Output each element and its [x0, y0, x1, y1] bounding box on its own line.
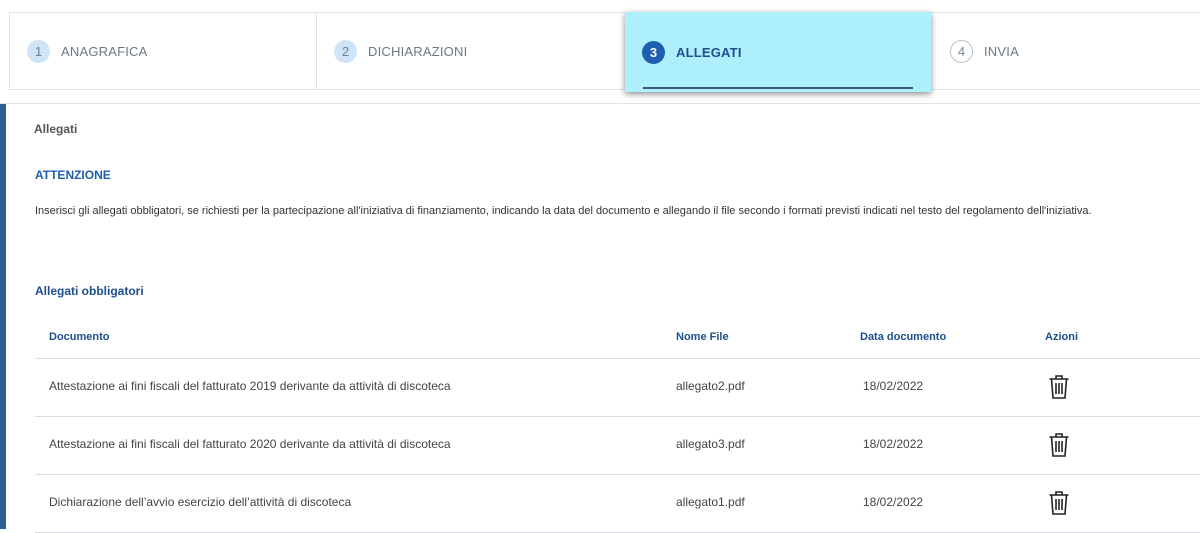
file-name[interactable]: allegato2.pdf [676, 379, 745, 393]
step-label: ALLEGATI [676, 44, 742, 60]
trash-icon[interactable] [1048, 432, 1070, 458]
document-date: 18/02/2022 [863, 495, 924, 509]
step-number: 3 [642, 40, 665, 64]
table-row: Attestazione ai fini fiscali del fattura… [35, 359, 1200, 417]
step-number: 4 [950, 39, 973, 63]
file-name[interactable]: allegato1.pdf [676, 495, 745, 509]
step-invia[interactable]: 4 INVIA [934, 13, 1200, 89]
table-row: Dichiarazione dell’avvio esercizio dell’… [35, 475, 1200, 533]
step-anagrafica[interactable]: 1 ANAGRAFICA [10, 13, 317, 89]
warning-title: ATTENZIONE [35, 168, 111, 182]
step-number: 2 [334, 39, 357, 63]
table-header: Documento Nome File Data documento Azion… [35, 316, 1200, 359]
document-name: Dichiarazione dell’avvio esercizio dell’… [49, 495, 352, 509]
warning-text: Inserisci gli allegati obbligatori, se r… [35, 205, 1092, 217]
column-header-data-documento: Data documento [860, 331, 947, 343]
step-label: DICHIARAZIONI [368, 43, 468, 59]
document-date: 18/02/2022 [863, 437, 924, 451]
active-step-indicator [643, 87, 913, 89]
document-date: 18/02/2022 [863, 379, 924, 393]
file-name[interactable]: allegato3.pdf [676, 437, 745, 451]
column-header-documento: Documento [49, 331, 110, 343]
section-title: Allegati [34, 122, 78, 136]
column-header-nome-file: Nome File [676, 331, 729, 343]
step-number: 1 [27, 39, 50, 63]
table-title: Allegati obbligatori [35, 284, 144, 298]
step-dichiarazioni[interactable]: 2 DICHIARAZIONI [317, 13, 624, 89]
step-allegati[interactable]: 3 ALLEGATI [625, 12, 931, 92]
step-label: INVIA [984, 43, 1019, 59]
document-name: Attestazione ai fini fiscali del fattura… [49, 379, 451, 393]
left-accent-rail [0, 104, 6, 529]
table-row: Attestazione ai fini fiscali del fattura… [35, 417, 1200, 475]
document-name: Attestazione ai fini fiscali del fattura… [49, 437, 451, 451]
attachments-panel: Allegati ATTENZIONE Inserisci gli allega… [0, 103, 1200, 533]
trash-icon[interactable] [1048, 490, 1070, 516]
step-label: ANAGRAFICA [61, 43, 148, 59]
trash-icon[interactable] [1048, 374, 1070, 400]
column-header-azioni: Azioni [1045, 331, 1078, 343]
stepper: 1 ANAGRAFICA 2 DICHIARAZIONI 3 ALLEGATI … [9, 12, 1200, 92]
